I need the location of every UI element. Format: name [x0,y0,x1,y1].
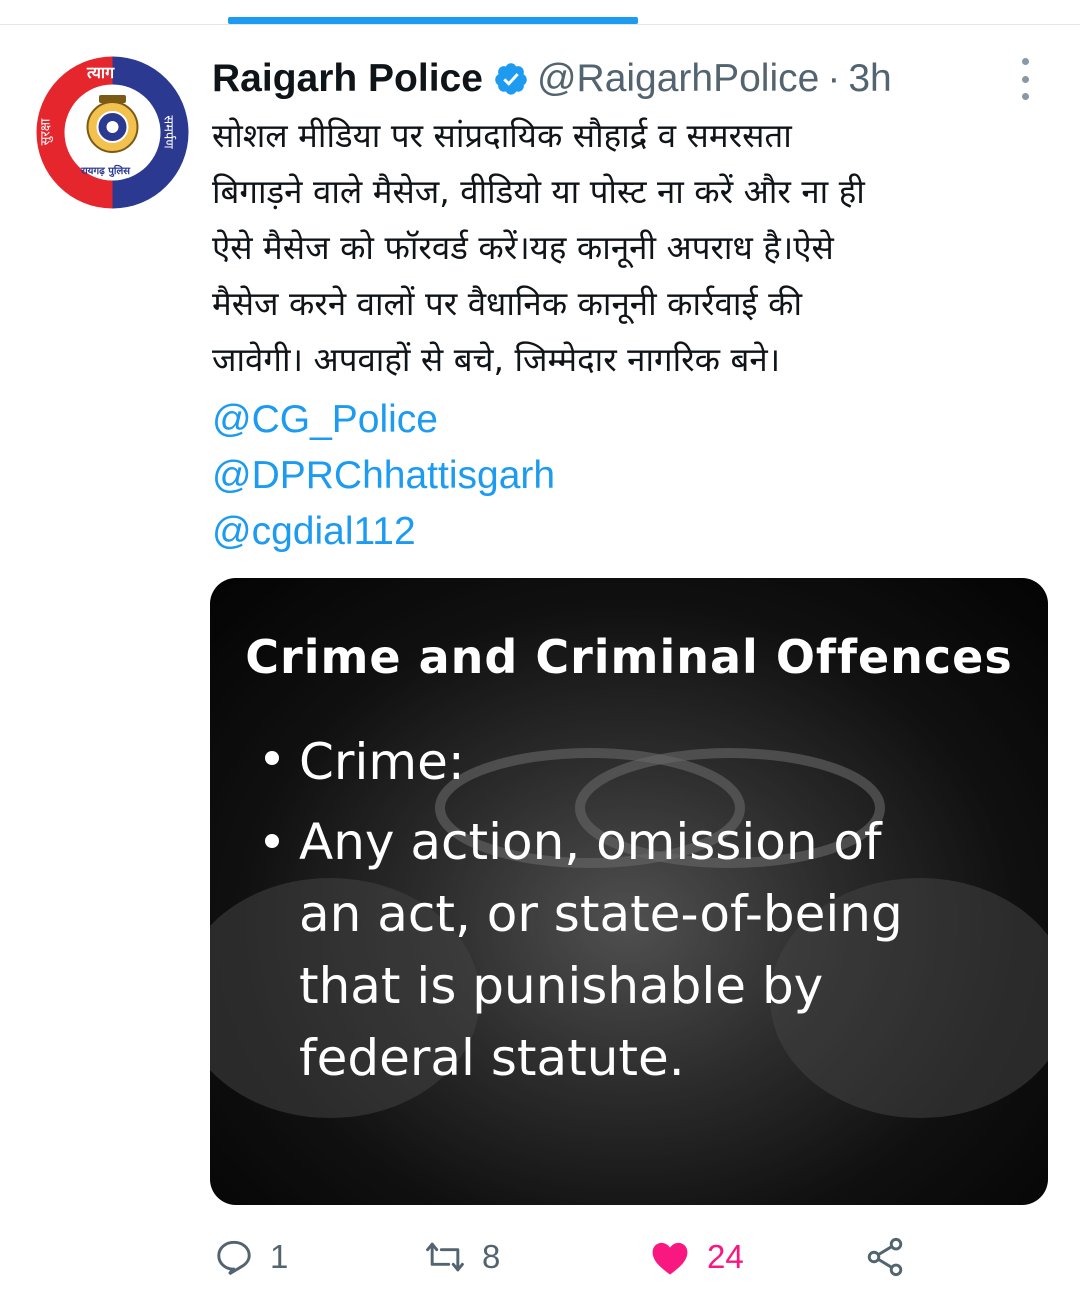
tweet-text-line: मैसेज करने वालों पर वैधानिक कानूनी कार्र… [212,284,803,323]
display-name[interactable]: Raigarh Police [212,57,483,101]
mention-link[interactable]: @cgdial112 [212,504,555,560]
avatar-left-text: सुरक्षा [38,118,54,146]
verified-badge-icon [495,63,527,95]
tweet-media-image[interactable]: Crime and Criminal Offences Crime: Any a… [210,578,1048,1205]
retweet-count: 8 [482,1238,501,1275]
share-icon [867,1237,903,1277]
like-button[interactable]: 24 [647,1235,744,1279]
slide-bullet: Crime: [265,726,465,798]
mentions: @CG_Police @DPRChhattisgarh @cgdial112 [212,392,555,560]
slide-title: Crime and Criminal Offences [245,630,1013,684]
like-icon [652,1242,688,1275]
slide-bullet-text: Any action, omission of an act, or state… [299,813,903,1087]
tweet-text-line: सोशल मीडिया पर सांप्रदायिक सौहार्द्र व स… [212,116,792,155]
tweet-text: सोशल मीडिया पर सांप्रदायिक सौहार्द्र व स… [212,108,1052,388]
share-button[interactable] [862,1235,922,1279]
retweet-icon [426,1242,464,1272]
retweet-button[interactable]: 8 [422,1235,500,1279]
avatar-right-text: समर्पण [160,115,176,149]
more-options-icon[interactable] [1012,58,1038,100]
like-count: 24 [707,1238,744,1275]
slide-bullet-text: Crime: [299,733,465,791]
tweet-text-line: बिगाड़ने वाले मैसेज, वीडियो या पोस्ट ना … [212,172,865,211]
page-progress-bar [228,17,638,24]
mention-link[interactable]: @DPRChhattisgarh [212,448,555,504]
tweet-actions: 1 8 24 [212,1235,932,1285]
user-handle[interactable]: @RaigarhPolice [537,57,819,101]
tweet-time[interactable]: 3h [848,57,891,101]
avatar[interactable]: त्याग सुरक्षा समर्पण रायगढ़ पुलिस [35,55,190,210]
reply-button[interactable]: 1 [212,1235,288,1279]
tweet-text-line: जावेगी। अपवाहों से बचे, जिम्मेदार नागरिक… [212,340,781,379]
top-divider [0,24,1080,25]
mention-link[interactable]: @CG_Police [212,392,555,448]
header-separator: · [827,57,841,100]
avatar-bottom-text: रायगढ़ पुलिस [81,166,131,177]
avatar-top-text: त्याग [87,63,115,82]
slide-bullet: Any action, omission of an act, or state… [265,806,985,1094]
tweet-text-line: ऐसे मैसेज को फॉरवर्ड करें।यह कानूनी अपरा… [212,228,834,267]
tweet-header: Raigarh Police @RaigarhPolice · 3h [212,54,892,104]
reply-icon [217,1240,251,1276]
reply-count: 1 [270,1238,289,1275]
